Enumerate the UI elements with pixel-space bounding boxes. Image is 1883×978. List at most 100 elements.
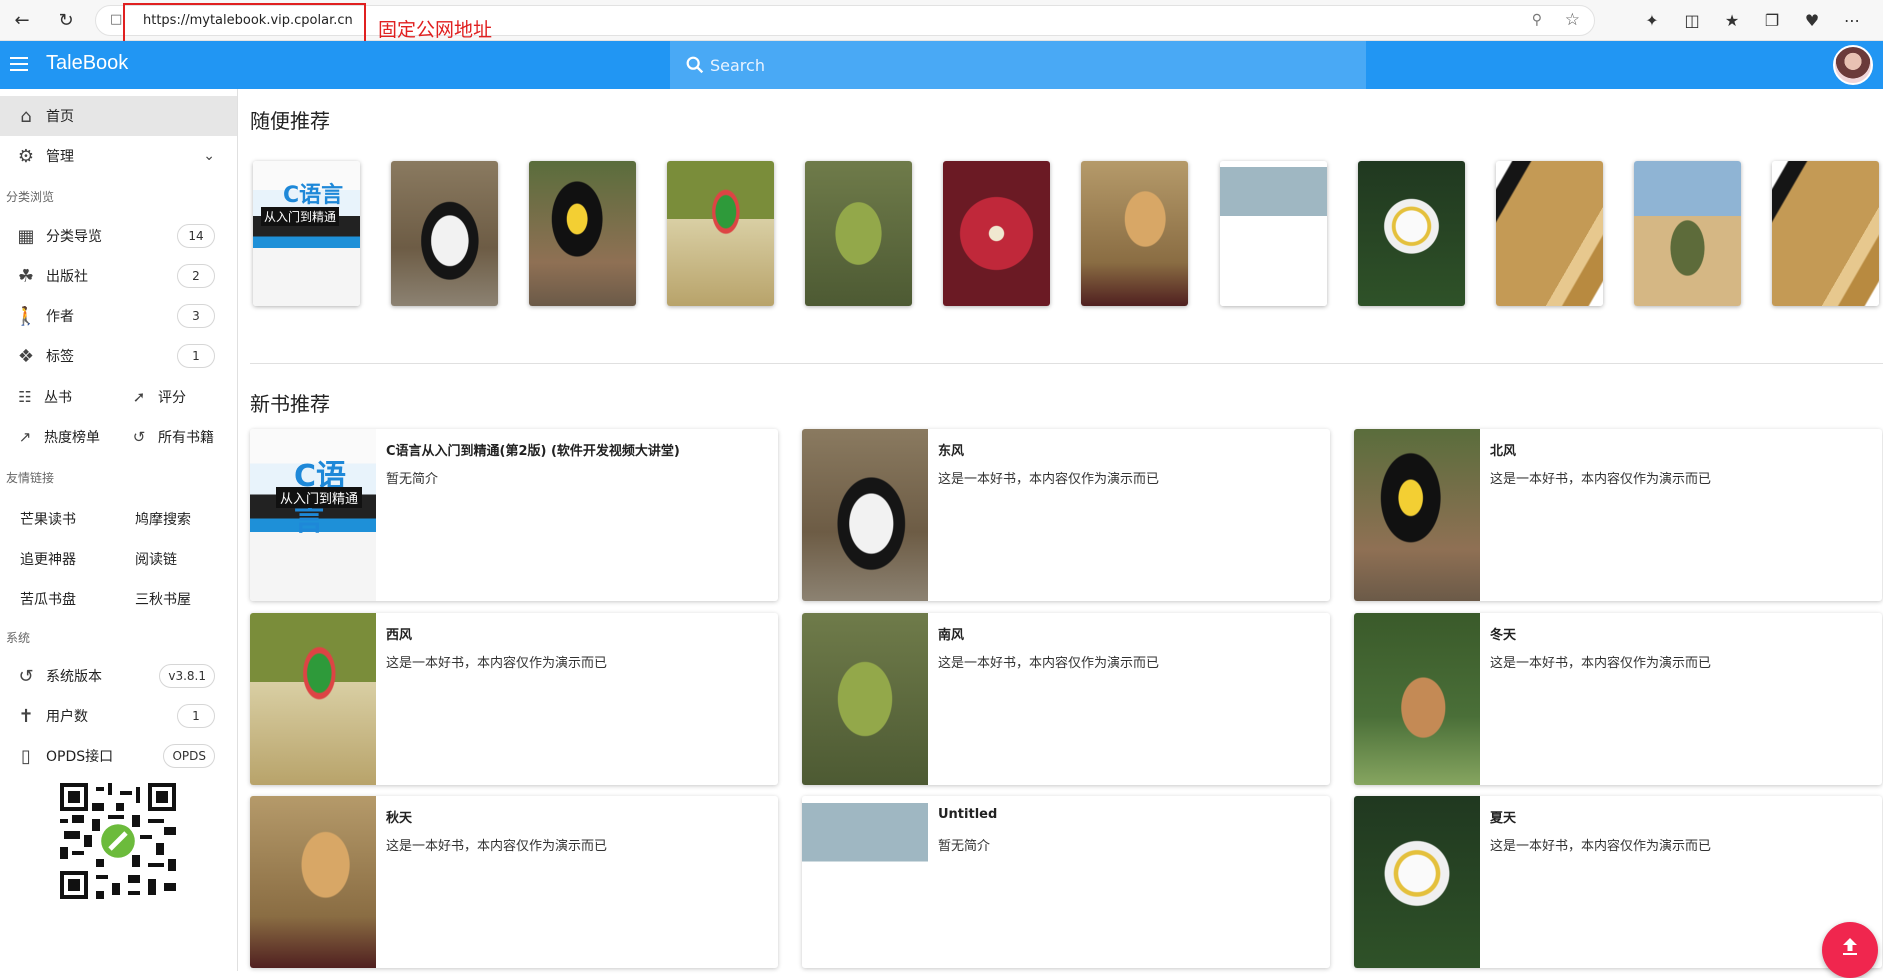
sidebar-item-category[interactable]: ▦ 分类导览 14 bbox=[0, 216, 237, 256]
collections-icon[interactable]: ❐ bbox=[1759, 7, 1785, 33]
book-description: 这是一本好书，本内容仅作为演示而已 bbox=[1490, 656, 1712, 671]
sidebar-item-opds[interactable]: ▯ OPDS接口 OPDS bbox=[0, 736, 237, 776]
book-description: 这是一本好书，本内容仅作为演示而已 bbox=[386, 656, 608, 671]
sidebar-item-publisher[interactable]: ☘ 出版社 2 bbox=[0, 256, 237, 296]
book-title[interactable]: 冬天 bbox=[1490, 624, 1516, 643]
qr-code bbox=[60, 783, 176, 899]
user-avatar[interactable] bbox=[1833, 45, 1873, 85]
book-title[interactable]: 秋天 bbox=[386, 807, 412, 826]
sidebar-item-series[interactable]: ☷ 丛书 bbox=[14, 377, 72, 417]
book-card[interactable]: 北风 这是一本好书，本内容仅作为演示而已 bbox=[1354, 429, 1882, 601]
book-description: 暂无简介 bbox=[386, 472, 439, 487]
book-thumb bbox=[1354, 796, 1480, 968]
tag-icon: ❖ bbox=[17, 345, 35, 367]
upload-icon bbox=[1843, 938, 1857, 955]
sidebar-item-label: 系统版本 bbox=[46, 669, 102, 685]
book-thumb: C语言 从入门到精通 bbox=[250, 429, 376, 601]
sidebar-item-label: OPDS接口 bbox=[46, 749, 114, 765]
friend-link[interactable]: 苦瓜书盘 bbox=[20, 589, 76, 609]
reload-icon[interactable]: ↻ bbox=[52, 6, 80, 34]
book-cover[interactable] bbox=[1081, 161, 1188, 306]
sidebar-item-rating[interactable]: ➚ 评分 bbox=[128, 377, 186, 417]
sidebar-item-version[interactable]: ↺ 系统版本 v3.8.1 bbox=[0, 656, 237, 696]
category-icon: ▦ bbox=[17, 225, 35, 247]
book-cover[interactable]: C语言 从入门到精通 bbox=[253, 161, 360, 306]
book-card[interactable]: C语言 从入门到精通 C语言从入门到精通(第2版) (软件开发视频大讲堂) 暂无… bbox=[250, 429, 778, 601]
sidebar-item-home[interactable]: ⌂ 首页 bbox=[0, 96, 237, 136]
upload-button[interactable] bbox=[1822, 922, 1878, 978]
book-card[interactable]: 东风 这是一本好书，本内容仅作为演示而已 bbox=[802, 429, 1330, 601]
book-title[interactable]: 西风 bbox=[386, 624, 412, 643]
friend-link[interactable]: 阅读链 bbox=[135, 549, 177, 569]
book-title[interactable]: Untitled bbox=[938, 807, 997, 822]
favorite-star-icon[interactable]: ☆ bbox=[1565, 10, 1580, 30]
sidebar-item-label: 分类导览 bbox=[46, 229, 102, 245]
history-icon: ↺ bbox=[18, 665, 34, 687]
book-description: 这是一本好书，本内容仅作为演示而已 bbox=[386, 839, 608, 854]
book-description: 暂无简介 bbox=[938, 839, 991, 854]
book-description: 这是一本好书，本内容仅作为演示而已 bbox=[1490, 472, 1712, 487]
search-input[interactable]: Search bbox=[670, 41, 1366, 89]
links-section-header: 友情链接 bbox=[6, 471, 55, 485]
url-annotation: 固定公网地址 bbox=[378, 19, 493, 41]
sidebar-item-author[interactable]: 🚶 作者 3 bbox=[0, 296, 237, 336]
app-bar: TaleBook Search bbox=[0, 41, 1883, 89]
friend-link[interactable]: 追更神器 bbox=[20, 549, 76, 569]
book-card[interactable]: Untitled 暂无简介 bbox=[802, 796, 1330, 968]
book-cover[interactable] bbox=[1634, 161, 1741, 306]
sidebar-item-label: 所有书籍 bbox=[158, 430, 214, 446]
book-cover[interactable] bbox=[805, 161, 912, 306]
sidebar-item-manage[interactable]: ⚙ 管理 ⌄ bbox=[0, 136, 237, 176]
book-card[interactable]: 夏天 这是一本好书，本内容仅作为演示而已 bbox=[1354, 796, 1882, 968]
sidebar-item-hot[interactable]: ↗ 热度榜单 bbox=[14, 417, 100, 457]
history-icon: ↺ bbox=[132, 428, 146, 446]
book-card[interactable]: 南风 这是一本好书，本内容仅作为演示而已 bbox=[802, 613, 1330, 785]
app-title[interactable]: TaleBook bbox=[46, 52, 128, 75]
sidebar-item-tag[interactable]: ❖ 标签 1 bbox=[0, 336, 237, 376]
menu-icon[interactable] bbox=[10, 57, 28, 71]
extensions-icon[interactable]: ✦ bbox=[1639, 7, 1665, 33]
favorites-icon[interactable]: ★ bbox=[1719, 7, 1745, 33]
book-thumb bbox=[802, 613, 928, 785]
phone-icon: ▯ bbox=[21, 745, 31, 767]
book-card[interactable]: 西风 这是一本好书，本内容仅作为演示而已 bbox=[250, 613, 778, 785]
book-cover[interactable] bbox=[1220, 161, 1327, 306]
chevron-down-icon: ⌄ bbox=[203, 148, 215, 164]
friend-link[interactable]: 三秋书屋 bbox=[135, 589, 191, 609]
book-cover[interactable] bbox=[1496, 161, 1603, 306]
sidebar-item-label: 热度榜单 bbox=[44, 430, 100, 446]
book-title[interactable]: 南风 bbox=[938, 624, 964, 643]
sidebar-item-all-books[interactable]: ↺ 所有书籍 bbox=[128, 417, 214, 457]
book-title[interactable]: C语言从入门到精通(第2版) (软件开发视频大讲堂) bbox=[386, 440, 680, 459]
book-title[interactable]: 北风 bbox=[1490, 440, 1516, 459]
more-menu-icon[interactable]: ⋯ bbox=[1839, 7, 1865, 33]
friend-link[interactable]: 鸠摩搜索 bbox=[135, 509, 191, 529]
book-cover[interactable] bbox=[943, 161, 1050, 306]
book-cover[interactable] bbox=[667, 161, 774, 306]
book-card[interactable]: 秋天 这是一本好书，本内容仅作为演示而已 bbox=[250, 796, 778, 968]
opds-badge: OPDS bbox=[163, 744, 215, 768]
count-badge: 3 bbox=[177, 304, 215, 328]
book-title[interactable]: 东风 bbox=[938, 440, 964, 459]
book-thumb bbox=[250, 613, 376, 785]
book-description: 这是一本好书，本内容仅作为演示而已 bbox=[1490, 839, 1712, 854]
book-cover[interactable] bbox=[529, 161, 636, 306]
book-description: 这是一本好书，本内容仅作为演示而已 bbox=[938, 656, 1160, 671]
sidebar-item-users[interactable]: ✝ 用户数 1 bbox=[0, 696, 237, 736]
version-badge: v3.8.1 bbox=[159, 664, 215, 688]
book-card[interactable]: 冬天 这是一本好书，本内容仅作为演示而已 bbox=[1354, 613, 1882, 785]
book-cover[interactable] bbox=[1358, 161, 1465, 306]
user-icon: ✝ bbox=[18, 705, 34, 727]
browser-toolbar: ← ↻ □ https://mytalebook.vip.cpolar.cn ⚲… bbox=[0, 0, 1883, 45]
key-icon[interactable]: ⚲ bbox=[1532, 12, 1542, 28]
back-icon[interactable]: ← bbox=[8, 6, 36, 34]
count-badge: 1 bbox=[177, 704, 215, 728]
friend-link[interactable]: 芒果读书 bbox=[20, 509, 76, 529]
count-badge: 2 bbox=[177, 264, 215, 288]
book-cover[interactable] bbox=[391, 161, 498, 306]
book-cover[interactable] bbox=[1772, 161, 1879, 306]
browser-essentials-icon[interactable]: ♥ bbox=[1799, 7, 1825, 33]
sidebar: ⌂ 首页 ⚙ 管理 ⌄ 分类浏览 ▦ 分类导览 14 ☘ 出版社 2 🚶 作者 … bbox=[0, 89, 238, 971]
book-title[interactable]: 夏天 bbox=[1490, 807, 1516, 826]
split-screen-icon[interactable]: ◫ bbox=[1679, 7, 1705, 33]
